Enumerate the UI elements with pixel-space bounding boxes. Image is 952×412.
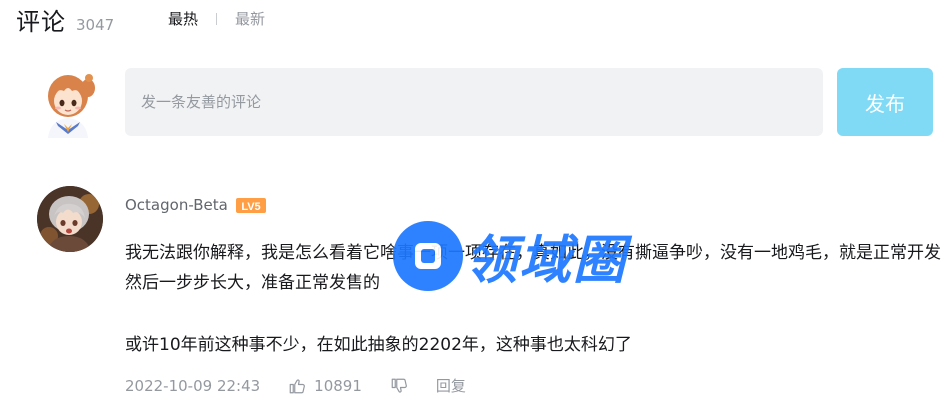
comment-count: 3047 xyxy=(76,16,115,34)
like-button[interactable]: 10891 xyxy=(288,377,390,395)
current-user-avatar[interactable] xyxy=(38,66,102,138)
comment-section: 评论 3047 最热 最新 发一条友善的评论 发布 Octagon-Beta L… xyxy=(0,0,952,412)
commenter-info: Octagon-Beta LV5 xyxy=(125,196,266,214)
sort-hot-tab[interactable]: 最热 xyxy=(168,8,198,29)
like-count: 10891 xyxy=(314,376,362,395)
commenter-avatar-image xyxy=(37,186,103,252)
watermark-circle-icon xyxy=(393,220,463,291)
svg-text:LV5: LV5 xyxy=(241,201,260,213)
thumbs-down-icon xyxy=(391,378,407,393)
dislike-button[interactable] xyxy=(390,377,408,395)
reply-button[interactable]: 回复 xyxy=(436,375,466,396)
comment-header: 评论 3047 xyxy=(16,2,114,36)
thumbs-up-icon xyxy=(289,378,306,393)
watermark-logo: 领域圈 xyxy=(393,218,627,293)
comment-time: 2022-10-09 22:43 xyxy=(125,376,261,395)
commenter-avatar[interactable] xyxy=(37,186,103,252)
watermark-text: 领域圈 xyxy=(465,231,628,291)
comment-title: 评论 xyxy=(16,8,66,36)
level-badge-icon: LV5 xyxy=(235,197,266,213)
sort-new-tab[interactable]: 最新 xyxy=(235,8,265,29)
sort-tabs: 最热 最新 xyxy=(168,8,265,29)
publish-button[interactable]: 发布 xyxy=(837,68,933,136)
comment-input[interactable] xyxy=(125,68,823,136)
comment-meta: 2022-10-09 22:43 10891 回复 xyxy=(125,375,466,396)
comment-paragraph-2: 或许10年前这种事不少，在如此抽象的2202年，这种事也太科幻了 xyxy=(125,335,632,355)
commenter-username[interactable]: Octagon-Beta xyxy=(125,196,228,214)
sort-divider xyxy=(216,12,218,25)
current-user-avatar-image xyxy=(48,74,95,138)
